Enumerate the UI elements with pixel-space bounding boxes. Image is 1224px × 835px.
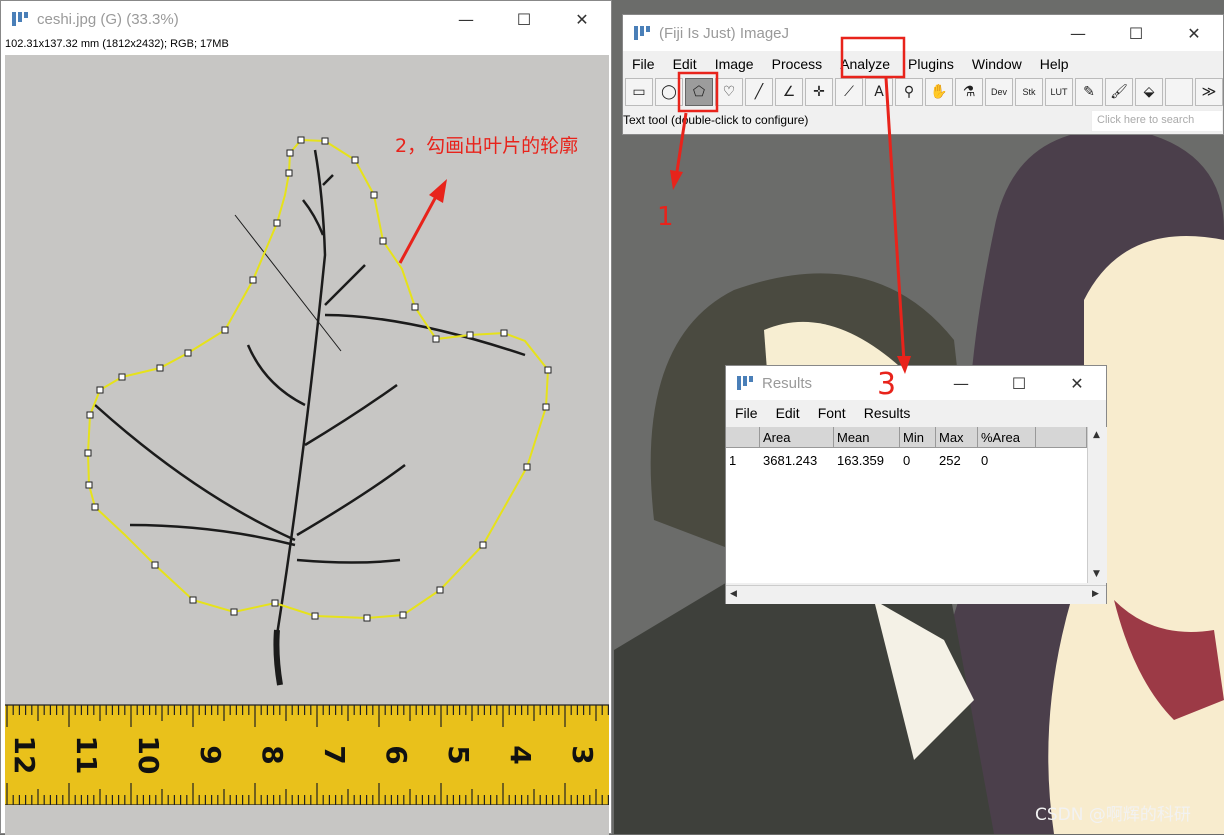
- scroll-left-icon[interactable]: ◀: [730, 589, 737, 599]
- table-cell: 1: [729, 453, 737, 468]
- column-header[interactable]: Mean: [834, 427, 900, 448]
- minimize-button[interactable]: —: [932, 366, 990, 400]
- results-menubar: File Edit Font Results: [726, 402, 919, 424]
- results-titlebar[interactable]: Results — ☐ ✕: [726, 366, 1106, 400]
- table-cell: 0: [981, 453, 989, 468]
- annotation-2-text: 2，勾画出叶片的轮廓: [395, 135, 578, 157]
- column-header[interactable]: %Area: [978, 427, 1036, 448]
- image-canvas[interactable]: 12 11 10 9 8 7 6 5 4 3 2，勾画出叶片的轮廓: [5, 55, 609, 835]
- imagej-menubar: File Edit Image Process Analyze Plugins Window…: [623, 53, 1078, 75]
- zoom-tool-icon[interactable]: ⚲: [895, 78, 923, 106]
- dropper-tool-icon[interactable]: ⚗: [955, 78, 983, 106]
- imagej-titlebar[interactable]: (Fiji Is Just) ImageJ — ☐ ✕: [623, 15, 1223, 51]
- hand-tool-icon[interactable]: ✋: [925, 78, 953, 106]
- imagej-logo-icon: [633, 24, 651, 42]
- scroll-up-icon[interactable]: ▲: [1093, 430, 1100, 440]
- imagej-toolbar: ▭ ◯ ⬠ ♡ ╱ ∠ ✛ ⟋ A ⚲ ✋ ⚗ Dev Stk LUT ✎ 🖌 ⬙ ≫: [625, 78, 1224, 108]
- more-tools-icon[interactable]: ≫: [1195, 78, 1223, 106]
- image-info-text: 102.31x137.32 mm (1812x2432); RGB; 17MB: [5, 38, 229, 50]
- brush-tool-icon[interactable]: 🖌: [1105, 78, 1133, 106]
- menu-process[interactable]: Process: [763, 53, 832, 75]
- oval-tool-icon[interactable]: ◯: [655, 78, 683, 106]
- close-button[interactable]: ✕: [1048, 366, 1106, 400]
- polygon-tool-icon[interactable]: ⬠: [685, 78, 713, 106]
- angle-tool-icon[interactable]: ∠: [775, 78, 803, 106]
- image-window-titlebar[interactable]: ceshi.jpg (G) (33.3%) — ☐ ✕: [1, 1, 611, 37]
- results-title: Results: [762, 374, 813, 392]
- scroll-down-icon[interactable]: ▼: [1093, 569, 1100, 579]
- menu-edit[interactable]: Edit: [664, 53, 706, 75]
- table-cell: 163.359: [837, 453, 884, 468]
- close-button[interactable]: ✕: [553, 1, 611, 37]
- vertical-scrollbar[interactable]: ▲ ▼: [1087, 427, 1107, 583]
- minimize-button[interactable]: —: [437, 1, 495, 37]
- freehand-tool-icon[interactable]: ♡: [715, 78, 743, 106]
- blank-tool-icon[interactable]: [1165, 78, 1193, 106]
- column-header[interactable]: Area: [760, 427, 834, 448]
- imagej-logo-icon: [736, 374, 754, 392]
- point-tool-icon[interactable]: ✛: [805, 78, 833, 106]
- table-cell: 252: [939, 453, 961, 468]
- rectangle-tool-icon[interactable]: ▭: [625, 78, 653, 106]
- lut-menu-icon[interactable]: LUT: [1045, 78, 1073, 106]
- column-header[interactable]: [726, 427, 760, 448]
- text-tool-icon[interactable]: A: [865, 78, 893, 106]
- minimize-button[interactable]: —: [1049, 15, 1107, 51]
- ruler-number: 12: [8, 736, 41, 775]
- search-input[interactable]: Click here to search: [1091, 110, 1223, 132]
- ruler-number: 6: [380, 745, 413, 764]
- wand-tool-icon[interactable]: ⟋: [835, 78, 863, 106]
- menu-analyze[interactable]: Analyze: [831, 53, 899, 75]
- menu-image[interactable]: Image: [706, 53, 763, 75]
- imagej-logo-icon: [11, 10, 29, 28]
- status-text: Text tool (double-click to configure): [623, 113, 809, 127]
- stk-menu-icon[interactable]: Stk: [1015, 78, 1043, 106]
- menu-plugins[interactable]: Plugins: [899, 53, 963, 75]
- column-header[interactable]: Max: [936, 427, 978, 448]
- results-menu-font[interactable]: Font: [809, 402, 855, 424]
- dev-menu-icon[interactable]: Dev: [985, 78, 1013, 106]
- column-header-filler: [1036, 427, 1087, 448]
- menu-help[interactable]: Help: [1031, 53, 1078, 75]
- menu-file[interactable]: File: [623, 53, 664, 75]
- imagej-main-window[interactable]: (Fiji Is Just) ImageJ — ☐ ✕ File Edit Imag…: [622, 14, 1224, 135]
- ruler-number: 4: [504, 745, 537, 764]
- horizontal-scrollbar[interactable]: ◀ ▶: [726, 585, 1106, 604]
- image-window[interactable]: ceshi.jpg (G) (33.3%) — ☐ ✕ 102.31x137.3…: [0, 0, 612, 835]
- maximize-button[interactable]: ☐: [495, 1, 553, 37]
- results-menu-file[interactable]: File: [726, 402, 767, 424]
- pencil-tool-icon[interactable]: ✎: [1075, 78, 1103, 106]
- line-tool-icon[interactable]: ╱: [745, 78, 773, 106]
- ruler-number: 10: [132, 736, 165, 775]
- ruler-number: 5: [442, 745, 475, 764]
- scroll-right-icon[interactable]: ▶: [1092, 589, 1099, 599]
- results-menu-results[interactable]: Results: [855, 402, 920, 424]
- ruler-number: 7: [318, 745, 351, 764]
- table-cell: 3681.243: [763, 453, 818, 468]
- results-table[interactable]: Area Mean Min Max %Area 1 3681.243 163.359 0 252 0: [726, 427, 1087, 583]
- ruler-number: 3: [566, 745, 599, 764]
- ruler-number: 9: [194, 745, 227, 764]
- maximize-button[interactable]: ☐: [1107, 15, 1165, 51]
- results-window[interactable]: Results — ☐ ✕ File Edit Font Results Area Me…: [725, 365, 1107, 604]
- maximize-button[interactable]: ☐: [990, 366, 1048, 400]
- ruler-number: 11: [70, 736, 103, 775]
- image-window-title: ceshi.jpg (G) (33.3%): [37, 10, 179, 28]
- column-header[interactable]: Min: [900, 427, 936, 448]
- results-menu-edit[interactable]: Edit: [767, 402, 809, 424]
- close-button[interactable]: ✕: [1165, 15, 1223, 51]
- ruler-number: 8: [256, 745, 289, 764]
- table-cell: 0: [903, 453, 911, 468]
- menu-window[interactable]: Window: [963, 53, 1031, 75]
- imagej-title: (Fiji Is Just) ImageJ: [659, 24, 790, 42]
- flood-fill-tool-icon[interactable]: ⬙: [1135, 78, 1163, 106]
